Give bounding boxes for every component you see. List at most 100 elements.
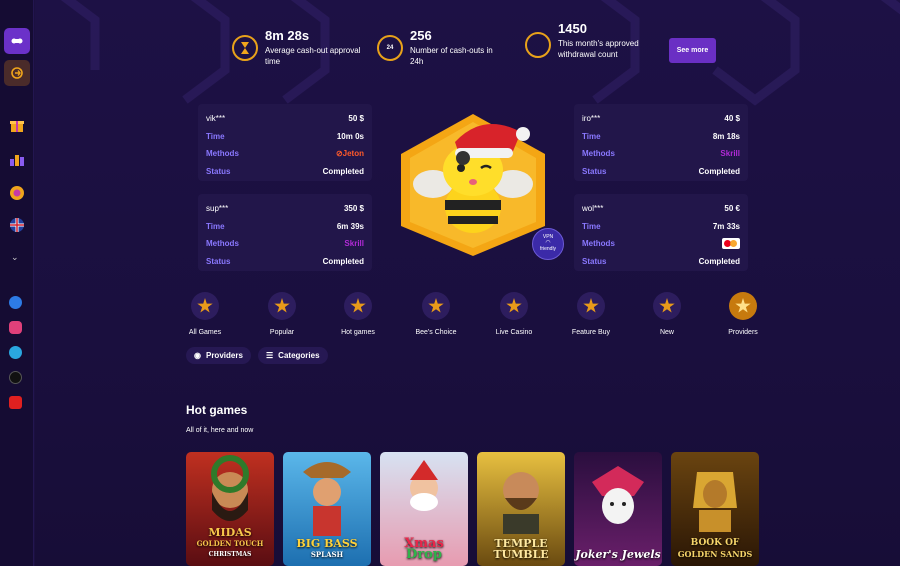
game-tile[interactable]: BOOK OF GOLDEN SANDS	[671, 452, 759, 566]
section-title: Hot games	[186, 403, 248, 417]
category-label: Popular	[269, 329, 295, 336]
clock-24-icon: 24	[377, 35, 403, 61]
all-games-icon	[191, 292, 219, 320]
cashout-user: vik***	[206, 114, 226, 124]
game-subtitle-2: CHRISTMAS	[208, 551, 252, 558]
cashout-method: Jeton	[342, 149, 364, 159]
instagram-icon[interactable]	[9, 321, 22, 334]
sidebar: ‹› ⌄	[0, 0, 43, 566]
target-icon	[525, 32, 551, 58]
gift-icon	[10, 121, 24, 132]
stat-value: 8m 28s	[265, 28, 310, 43]
sports-menu-button[interactable]	[4, 60, 30, 86]
game-tile[interactable]: Xmas Drop	[380, 452, 468, 566]
categories-filter-button[interactable]: ☰ Categories	[258, 347, 328, 364]
category-label: Bee's Choice	[415, 329, 457, 336]
game-tile[interactable]: MIDAS GOLDEN TOUCH CHRISTMAS	[186, 452, 274, 566]
category-label: Live Casino	[495, 329, 533, 336]
stat-approval-time: 8m 28s Average cash-out approval time	[232, 29, 370, 67]
see-more-button[interactable]: See more	[669, 38, 716, 63]
providers-filter-button[interactable]: ◉ Providers	[186, 347, 251, 364]
game-title: BOOK OF	[690, 538, 740, 548]
stat-monthly-count: 1450 This month's approved withdrawal cou…	[525, 22, 658, 60]
category-live-casino[interactable]: Live Casino	[479, 292, 549, 336]
jeton-icon: ⊘Jeton	[335, 149, 364, 159]
cashout-card: vik*** 50 $ Time 10m 0s Methods ⊘Jeton Stat…	[198, 104, 372, 181]
game-title: MIDAS	[208, 526, 252, 539]
list-icon: ☰	[266, 351, 274, 360]
game-tile[interactable]: BIG BASS SPLASH	[283, 452, 371, 566]
cashout-status: Completed	[322, 256, 364, 266]
mastercard-icon	[722, 238, 740, 250]
youtube-icon[interactable]	[9, 396, 22, 409]
methods-label: Methods	[206, 149, 239, 159]
cashout-time: 7m 33s	[712, 221, 740, 231]
games-menu-button[interactable]	[4, 28, 30, 54]
tournaments-button[interactable]	[4, 146, 30, 172]
cashout-amount: 50 €	[724, 204, 740, 214]
gamepad-icon	[11, 38, 23, 44]
cashout-status: Completed	[698, 166, 740, 176]
category-new[interactable]: New	[632, 292, 702, 336]
game-subtitle: Drop	[406, 547, 442, 562]
stat-cashouts-24h: 24 256 Number of cash-outs in 24h	[377, 29, 506, 67]
casino-chip-icon	[500, 292, 528, 320]
cashout-card: iro*** 40 $ Time 8m 18s Methods Skrill Stat…	[574, 104, 748, 181]
cashout-user: sup***	[206, 204, 229, 214]
game-subtitle: SPLASH	[310, 550, 344, 559]
cashout-card: sup*** 350 $ Time 6m 39s Methods Skrill Sta…	[198, 194, 372, 271]
gift-button[interactable]	[4, 112, 30, 138]
category-providers[interactable]: Providers	[708, 292, 778, 336]
stat-value: 1450	[558, 21, 587, 36]
cashout-amount: 350 $	[343, 204, 364, 214]
cashout-time: 10m 0s	[336, 131, 364, 141]
language-button[interactable]	[4, 212, 30, 238]
category-hot-games[interactable]: Hot games	[323, 292, 393, 336]
cashout-card: wol*** 50 € Time 7m 33s Methods Status Comp…	[574, 194, 748, 271]
providers-filter-icon: ◉	[194, 351, 201, 360]
stat-label: This month's approved withdrawal count	[558, 39, 639, 59]
stat-label: Number of cash-outs in 24h	[410, 46, 493, 66]
category-bees-choice[interactable]: Bee's Choice	[401, 292, 471, 336]
category-feature-buy[interactable]: Feature Buy	[556, 292, 626, 336]
time-label: Time	[206, 221, 225, 231]
cashout-user: iro***	[582, 114, 601, 124]
stat-value: 256	[410, 28, 432, 43]
tiktok-icon[interactable]	[9, 371, 22, 384]
game-tile[interactable]: Joker's Jewels	[574, 452, 662, 566]
methods-label: Methods	[206, 239, 239, 249]
category-label: New	[659, 329, 674, 336]
category-all-games[interactable]: All Games	[170, 292, 240, 336]
category-label: Feature Buy	[571, 329, 611, 336]
categories-filter-label: Categories	[278, 351, 320, 360]
methods-label: Methods	[582, 149, 615, 159]
category-label: All Games	[188, 329, 222, 336]
time-label: Time	[582, 131, 601, 141]
category-popular[interactable]: Popular	[247, 292, 317, 336]
facebook-icon[interactable]	[9, 296, 22, 309]
game-subtitle: GOLDEN SANDS	[677, 549, 753, 559]
status-label: Status	[206, 166, 231, 176]
expand-chevron-icon[interactable]: ⌄	[11, 252, 19, 263]
category-label: Providers	[728, 329, 758, 336]
skrill-icon: Skrill	[720, 149, 740, 159]
vpn-badge-line2: friendly	[539, 246, 557, 252]
providers-icon	[729, 292, 757, 320]
cashout-status: Completed	[322, 166, 364, 176]
bee-icon	[422, 292, 450, 320]
stat-label: Average cash-out approval time	[265, 46, 361, 66]
cashout-user: wol***	[582, 204, 604, 214]
game-tile[interactable]: TEMPLE TUMBLE	[477, 452, 565, 566]
category-label: Hot games	[341, 329, 375, 336]
telegram-icon[interactable]	[9, 346, 22, 359]
cashout-status: Completed	[698, 256, 740, 266]
bee-mascot: VPN ◠ friendly	[393, 112, 564, 260]
providers-filter-label: Providers	[205, 351, 243, 360]
status-label: Status	[582, 166, 607, 176]
cashout-time: 6m 39s	[336, 221, 364, 231]
time-label: Time	[206, 131, 225, 141]
vip-button[interactable]	[4, 180, 30, 206]
podium-icon	[10, 155, 24, 166]
sports-icon	[11, 67, 23, 79]
feature-buy-icon	[577, 292, 605, 320]
